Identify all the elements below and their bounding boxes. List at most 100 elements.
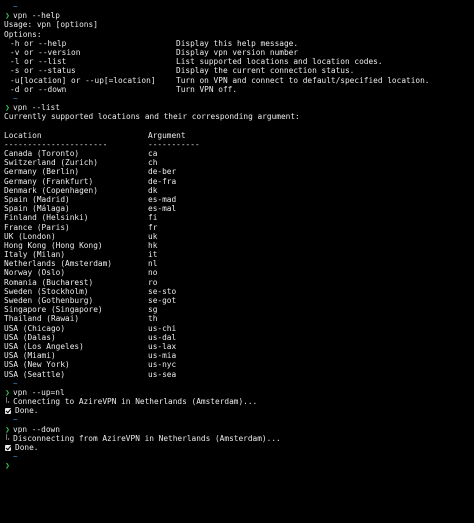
location-cell: Spain (Málaga)	[4, 204, 70, 214]
separator-argument: -----------	[148, 139, 200, 149]
location-cell: USA (Seattle)	[4, 369, 66, 379]
table-row: UK (London) uk	[4, 232, 474, 241]
prompt-path-line: ~	[4, 94, 474, 103]
argument-cell: us-lax	[148, 341, 177, 351]
prompt-chevron-icon: ❯	[5, 387, 10, 397]
output-line: Done.	[4, 443, 474, 452]
location-cell: France (Paris)	[4, 222, 70, 232]
connect-status: Connecting to AzireVPN in Netherlands (A…	[13, 397, 258, 407]
location-cell: Finland (Helsinki)	[4, 213, 89, 223]
argument-cell: us-chi	[148, 323, 177, 333]
table-row: Netherlands (Amsterdam) nl	[4, 259, 474, 268]
prompt-path-line: ~	[4, 379, 474, 388]
separator-location: ----------------------	[4, 139, 108, 149]
output-line: Currently supported locations and their …	[4, 112, 474, 121]
prompt-chevron-icon: ❯	[5, 11, 10, 21]
table-row: Denmark (Copenhagen) dk	[4, 186, 474, 195]
location-cell: USA (Miami)	[4, 351, 56, 361]
table-row: Italy (Milan) it	[4, 250, 474, 259]
command-text: vpn --down	[13, 424, 60, 434]
command-text: vpn --up=nl	[13, 387, 65, 397]
argument-cell: nl	[148, 259, 158, 269]
option-flag: -u[location] or --up[=location]	[10, 75, 156, 85]
command-text: vpn --help	[13, 11, 60, 21]
prompt-path: ~	[13, 415, 18, 425]
table-row: Singapore (Singapore) sg	[4, 305, 474, 314]
location-cell: Sweden (Gothenburg)	[4, 296, 94, 305]
options-label: Options:	[4, 29, 42, 39]
location-cell: Singapore (Singapore)	[4, 305, 103, 315]
argument-cell: se-got	[148, 296, 177, 305]
table-row: Sweden (Stockholm) se-sto	[4, 287, 474, 296]
location-cell: Canada (Toronto)	[4, 149, 80, 158]
location-cell: Romania (Bucharest)	[4, 277, 94, 287]
help-options-list: -h or --help Display this help message. -v…	[4, 39, 474, 94]
argument-cell: ch	[148, 158, 158, 168]
command-line: ❯ vpn --help	[4, 11, 474, 20]
prompt-path-line: ~	[4, 452, 474, 461]
table-row: Norway (Oslo) no	[4, 268, 474, 277]
help-option-row: -d or --down Turn VPN off.	[4, 85, 474, 94]
option-description: Display the current connection status.	[176, 66, 355, 76]
header-argument: Argument	[148, 130, 186, 140]
table-row: Germany (Berlin) de-ber	[4, 167, 474, 176]
usage-text: Usage: vpn [options]	[4, 20, 98, 30]
table-row: Sweden (Gothenburg) se-got	[4, 296, 474, 305]
help-option-row: -s or --status Display the current connec…	[4, 66, 474, 75]
table-row: Spain (Madrid) es-mad	[4, 195, 474, 204]
argument-cell: es-mal	[148, 204, 177, 214]
prompt-path: ~	[13, 452, 18, 462]
argument-cell: uk	[148, 231, 158, 241]
table-row: Canada (Toronto) ca	[4, 149, 474, 158]
command-line: ❯ vpn --list	[4, 103, 474, 112]
table-row: USA (Chicago) us-chi	[4, 324, 474, 333]
argument-cell: sg	[148, 305, 158, 315]
output-line: ⠧ Disconnecting from AzireVPN in Netherla…	[4, 434, 474, 443]
option-flag: -l or --list	[10, 57, 67, 67]
prompt-chevron-icon: ❯	[5, 103, 10, 113]
argument-cell: us-sea	[148, 369, 177, 379]
location-cell: Norway (Oslo)	[4, 268, 66, 278]
spinner-icon: ⠧	[5, 433, 11, 442]
option-description: Turn VPN off.	[176, 84, 238, 94]
help-option-row: -u[location] or --up[=location] Turn on V…	[4, 76, 474, 85]
argument-cell: us-dal	[148, 332, 177, 342]
location-table: Canada (Toronto) ca Switzerland (Zurich) ch…	[4, 149, 474, 379]
location-cell: USA (Los Angeles)	[4, 341, 84, 351]
list-intro: Currently supported locations and their …	[4, 112, 300, 122]
argument-cell: se-sto	[148, 286, 177, 296]
location-cell: Denmark (Copenhagen)	[4, 185, 98, 195]
prompt-path-line: ~	[4, 2, 474, 11]
command-line[interactable]: ❯	[4, 461, 474, 470]
option-description: Display vpn version number	[176, 47, 299, 57]
location-cell: Spain (Madrid)	[4, 194, 70, 204]
help-option-row: -h or --help Display this help message.	[4, 39, 474, 48]
argument-cell: us-nyc	[148, 360, 177, 370]
table-row: USA (Dalas) us-dal	[4, 333, 474, 342]
argument-cell: th	[148, 314, 158, 324]
prompt-path-line: ~	[4, 415, 474, 424]
location-cell: Thailand (Rawai)	[4, 314, 80, 324]
command-line: ❯ vpn --up=nl	[4, 388, 474, 397]
argument-cell: ro	[148, 277, 158, 287]
command-text: vpn --list	[13, 103, 60, 113]
checkbox-icon	[5, 407, 11, 414]
location-cell: Switzerland (Zurich)	[4, 158, 98, 168]
argument-cell: de-fra	[148, 176, 177, 186]
terminal-window: ~ ❯ vpn --help Usage: vpn [options] Optio…	[0, 0, 474, 523]
table-row: Hong Kong (Hong Kong) hk	[4, 241, 474, 250]
table-row: USA (New York) us-nyc	[4, 360, 474, 369]
output-line: Done.	[4, 406, 474, 415]
location-cell: Hong Kong (Hong Kong)	[4, 240, 103, 250]
table-row: Romania (Bucharest) ro	[4, 278, 474, 287]
location-cell: Sweden (Stockholm)	[4, 286, 89, 296]
argument-cell: ca	[148, 149, 158, 158]
prompt-path: ~	[13, 378, 18, 388]
location-cell: USA (Chicago)	[4, 323, 66, 333]
option-description: Display this help message.	[176, 38, 299, 48]
location-cell: UK (London)	[4, 231, 56, 241]
argument-cell: hk	[148, 240, 158, 250]
disconnect-done: Done.	[15, 443, 39, 452]
option-flag: -v or --version	[10, 47, 81, 57]
